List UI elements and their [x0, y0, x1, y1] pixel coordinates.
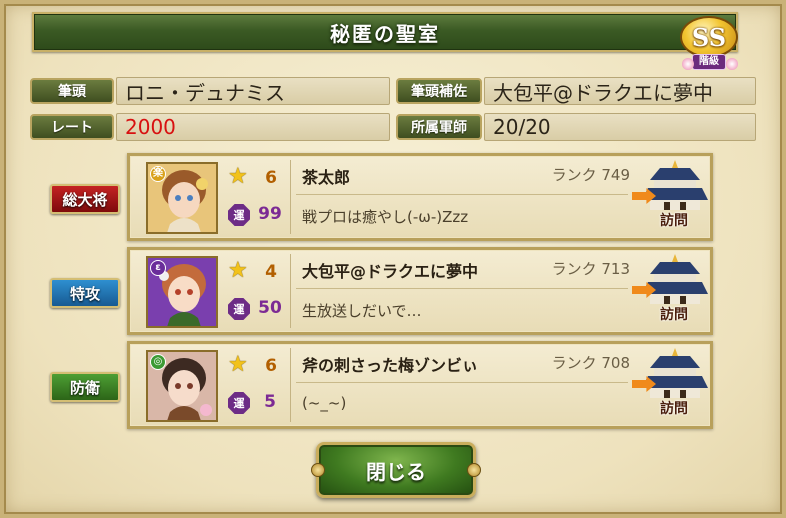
- visit-label: 訪問: [660, 213, 688, 229]
- luck-value: 5: [264, 392, 276, 412]
- divider: [296, 288, 628, 289]
- luck-icon: 運: [228, 392, 250, 414]
- visit-label: 訪問: [660, 401, 688, 417]
- member-avatar[interactable]: 楽: [146, 162, 218, 234]
- divider: [290, 160, 291, 234]
- role-tag-defense: 防衛: [50, 372, 120, 402]
- role-tag-commander: 総大将: [50, 184, 120, 214]
- members-value: 20/20: [484, 113, 756, 141]
- member-avatar[interactable]: ε: [146, 256, 218, 328]
- close-label: 閉じる: [366, 459, 426, 484]
- member-rank: ランク 749: [551, 166, 630, 184]
- leader-value: ロニ・デュナミス: [116, 77, 390, 105]
- visit-button[interactable]: 訪問: [630, 158, 710, 236]
- title-bar: 秘匿の聖室: [32, 12, 738, 52]
- members-label: 所属軍師: [396, 114, 482, 140]
- divider: [296, 382, 628, 383]
- leader-label: 筆頭: [30, 78, 114, 104]
- attribute-icon: ε: [150, 260, 166, 276]
- close-button[interactable]: 閉じる: [311, 442, 481, 498]
- star-icon: ★: [228, 352, 248, 377]
- stats: ★ 6 運 99: [226, 166, 286, 230]
- divider: [290, 254, 291, 328]
- visit-button[interactable]: 訪問: [630, 252, 710, 330]
- visit-button[interactable]: 訪問: [630, 346, 710, 424]
- attribute-icon: 楽: [150, 166, 166, 182]
- sub-leader-value: 大包平@ドラクエに夢中: [484, 77, 756, 105]
- member-rank: ランク 708: [551, 354, 630, 372]
- luck-icon: 運: [228, 298, 250, 320]
- ornament-icon: [467, 463, 481, 477]
- stats: ★ 4 運 50: [226, 260, 286, 324]
- member-comment: 戦プロは癒やし(-ω-)Zzz: [302, 208, 469, 226]
- member-comment: 生放送しだいで…: [302, 302, 422, 320]
- star-value: 6: [265, 168, 277, 188]
- member-name: 斧の刺さった梅ゾンビぃ: [302, 356, 479, 375]
- star-icon: ★: [228, 258, 248, 283]
- divider: [296, 194, 628, 195]
- rank-grade: SS: [680, 16, 738, 58]
- star-value: 6: [265, 356, 277, 376]
- ornament-icon: [311, 463, 325, 477]
- flower-icon: [682, 58, 694, 70]
- attribute-icon: ◎: [150, 354, 166, 370]
- luck-value: 50: [258, 298, 282, 318]
- member-card: 楽 ★ 6 運 99 茶太郎 ランク 749 戦プロは癒やし(-ω-)Zzz 訪…: [127, 153, 713, 241]
- rate-value: 2000: [116, 113, 390, 141]
- role-tag-attack: 特攻: [50, 278, 120, 308]
- member-comment: (~_~): [302, 394, 347, 412]
- member-card: ◎ ★ 6 運 5 斧の刺さった梅ゾンビぃ ランク 708 (~_~) 訪問: [127, 341, 713, 429]
- member-card: ε ★ 4 運 50 大包平@ドラクエに夢中 ランク 713 生放送しだいで… …: [127, 247, 713, 335]
- member-name: 大包平@ドラクエに夢中: [302, 262, 479, 281]
- divider: [290, 348, 291, 422]
- member-name: 茶太郎: [302, 168, 351, 187]
- rank-label: 階級: [692, 54, 726, 70]
- member-rank: ランク 713: [551, 260, 630, 278]
- dialog-title: 秘匿の聖室: [330, 21, 440, 46]
- luck-value: 99: [258, 204, 282, 224]
- visit-label: 訪問: [660, 307, 688, 323]
- sub-leader-label: 筆頭補佐: [396, 78, 482, 104]
- luck-icon: 運: [228, 204, 250, 226]
- member-avatar[interactable]: ◎: [146, 350, 218, 422]
- rank-badge: SS 階級: [676, 14, 742, 74]
- star-value: 4: [265, 262, 277, 282]
- stats: ★ 6 運 5: [226, 354, 286, 418]
- rate-label: レート: [30, 114, 114, 140]
- flower-icon: [726, 58, 738, 70]
- star-icon: ★: [228, 164, 248, 189]
